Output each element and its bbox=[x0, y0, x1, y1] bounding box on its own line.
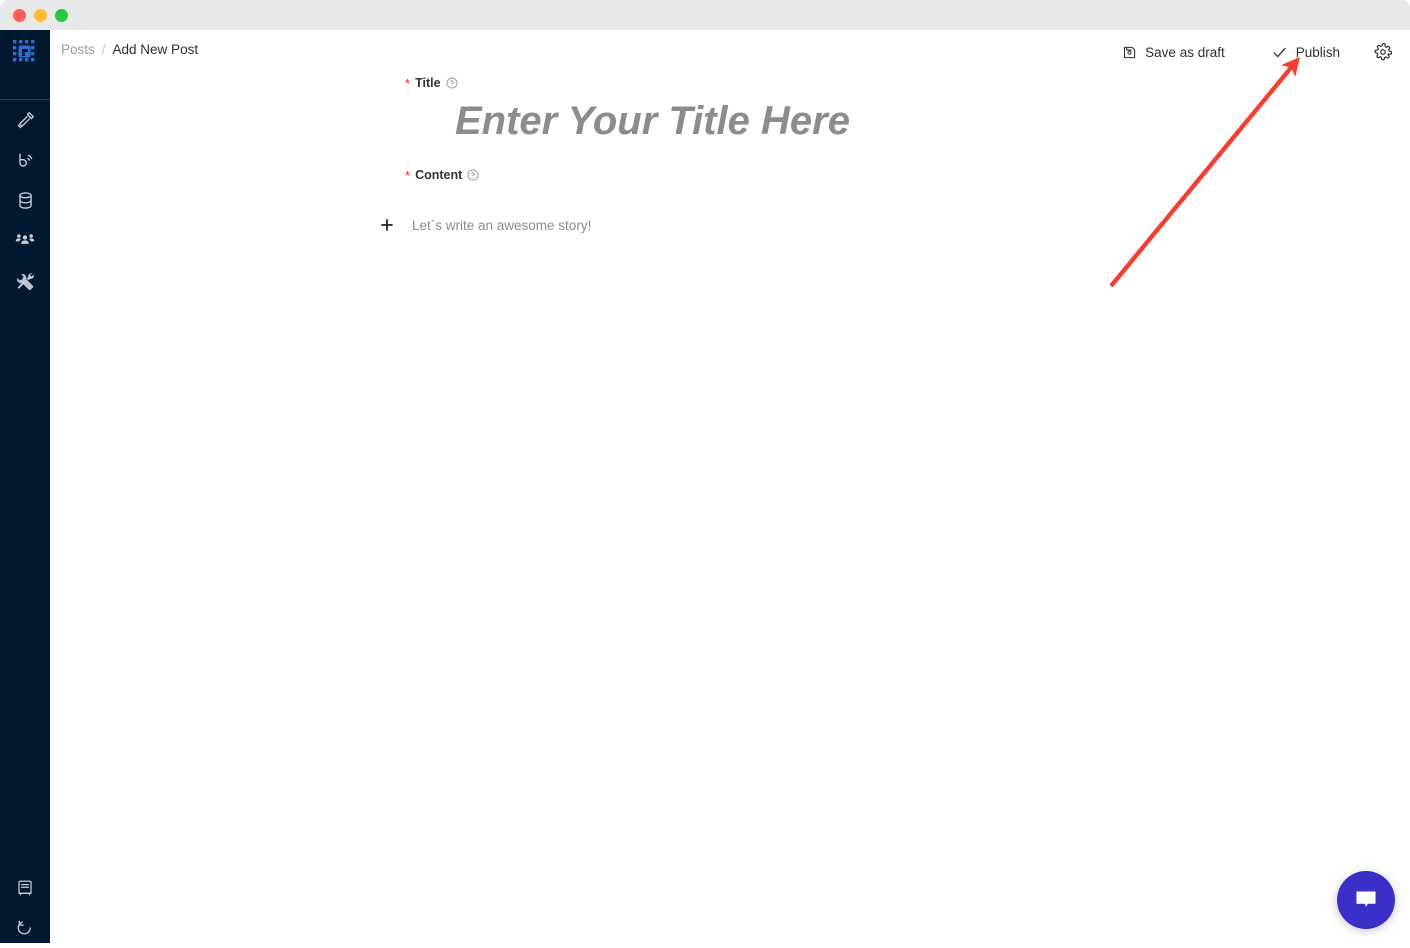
sidebar-item-users[interactable] bbox=[0, 220, 50, 260]
top-toolbar: Posts / Add New Post Save as draft Publi… bbox=[50, 30, 1410, 73]
chat-bubble-icon bbox=[1353, 887, 1379, 913]
sidebar-item-blog[interactable] bbox=[0, 140, 50, 180]
question-circle-icon[interactable] bbox=[446, 77, 458, 89]
content-editor-area[interactable]: Let`s write an awesome story! bbox=[378, 200, 1278, 250]
save-floppy-icon bbox=[1122, 45, 1137, 60]
content-required-marker: * bbox=[405, 169, 410, 182]
tools-icon bbox=[16, 271, 35, 290]
publish-label: Publish bbox=[1296, 45, 1340, 60]
breadcrumb-current: Add New Post bbox=[113, 42, 199, 57]
title-required-marker: * bbox=[405, 77, 410, 90]
post-title-input[interactable] bbox=[403, 91, 1283, 151]
title-field-label: * Title bbox=[405, 76, 458, 90]
chat-widget-button[interactable] bbox=[1337, 871, 1395, 929]
sidebar bbox=[0, 30, 50, 943]
window-titlebar bbox=[0, 0, 1410, 30]
sidebar-item-database[interactable] bbox=[0, 180, 50, 220]
blog-feed-icon bbox=[16, 151, 35, 170]
users-group-icon bbox=[15, 230, 35, 250]
window-traffic-lights bbox=[13, 9, 68, 22]
logout-icon bbox=[16, 919, 34, 937]
window-close-button[interactable] bbox=[13, 9, 26, 22]
check-icon bbox=[1271, 44, 1288, 61]
save-as-draft-button[interactable]: Save as draft bbox=[1112, 42, 1235, 63]
gear-icon bbox=[1374, 43, 1392, 61]
content-placeholder-text[interactable]: Let`s write an awesome story! bbox=[412, 218, 591, 233]
window-minimize-button[interactable] bbox=[34, 9, 47, 22]
sidebar-item-tools[interactable] bbox=[0, 260, 50, 300]
sidebar-item-docs[interactable] bbox=[0, 868, 50, 908]
content-label-text: Content bbox=[415, 168, 462, 182]
plus-icon bbox=[379, 217, 395, 233]
breadcrumb-separator: / bbox=[102, 42, 106, 57]
window-maximize-button[interactable] bbox=[55, 9, 68, 22]
publish-button[interactable]: Publish bbox=[1261, 41, 1350, 64]
question-circle-icon[interactable] bbox=[467, 169, 479, 181]
post-editor: * Title * Content Let`s write an awesome… bbox=[50, 73, 1410, 943]
app-logo-icon bbox=[11, 38, 39, 66]
save-as-draft-label: Save as draft bbox=[1145, 45, 1225, 60]
toolbar-actions: Save as draft Publish bbox=[1112, 39, 1396, 65]
book-icon bbox=[16, 879, 34, 897]
content-field-label: * Content bbox=[405, 168, 479, 182]
settings-button[interactable] bbox=[1370, 39, 1396, 65]
add-block-button[interactable] bbox=[378, 216, 396, 234]
title-label-text: Title bbox=[415, 76, 440, 90]
sidebar-item-auctions[interactable] bbox=[0, 100, 50, 140]
breadcrumb: Posts / Add New Post bbox=[61, 42, 198, 57]
breadcrumb-parent[interactable]: Posts bbox=[61, 42, 95, 57]
gavel-icon bbox=[16, 111, 35, 130]
database-icon bbox=[16, 191, 35, 210]
app-logo[interactable] bbox=[0, 30, 50, 73]
sidebar-item-logout[interactable] bbox=[0, 908, 50, 948]
